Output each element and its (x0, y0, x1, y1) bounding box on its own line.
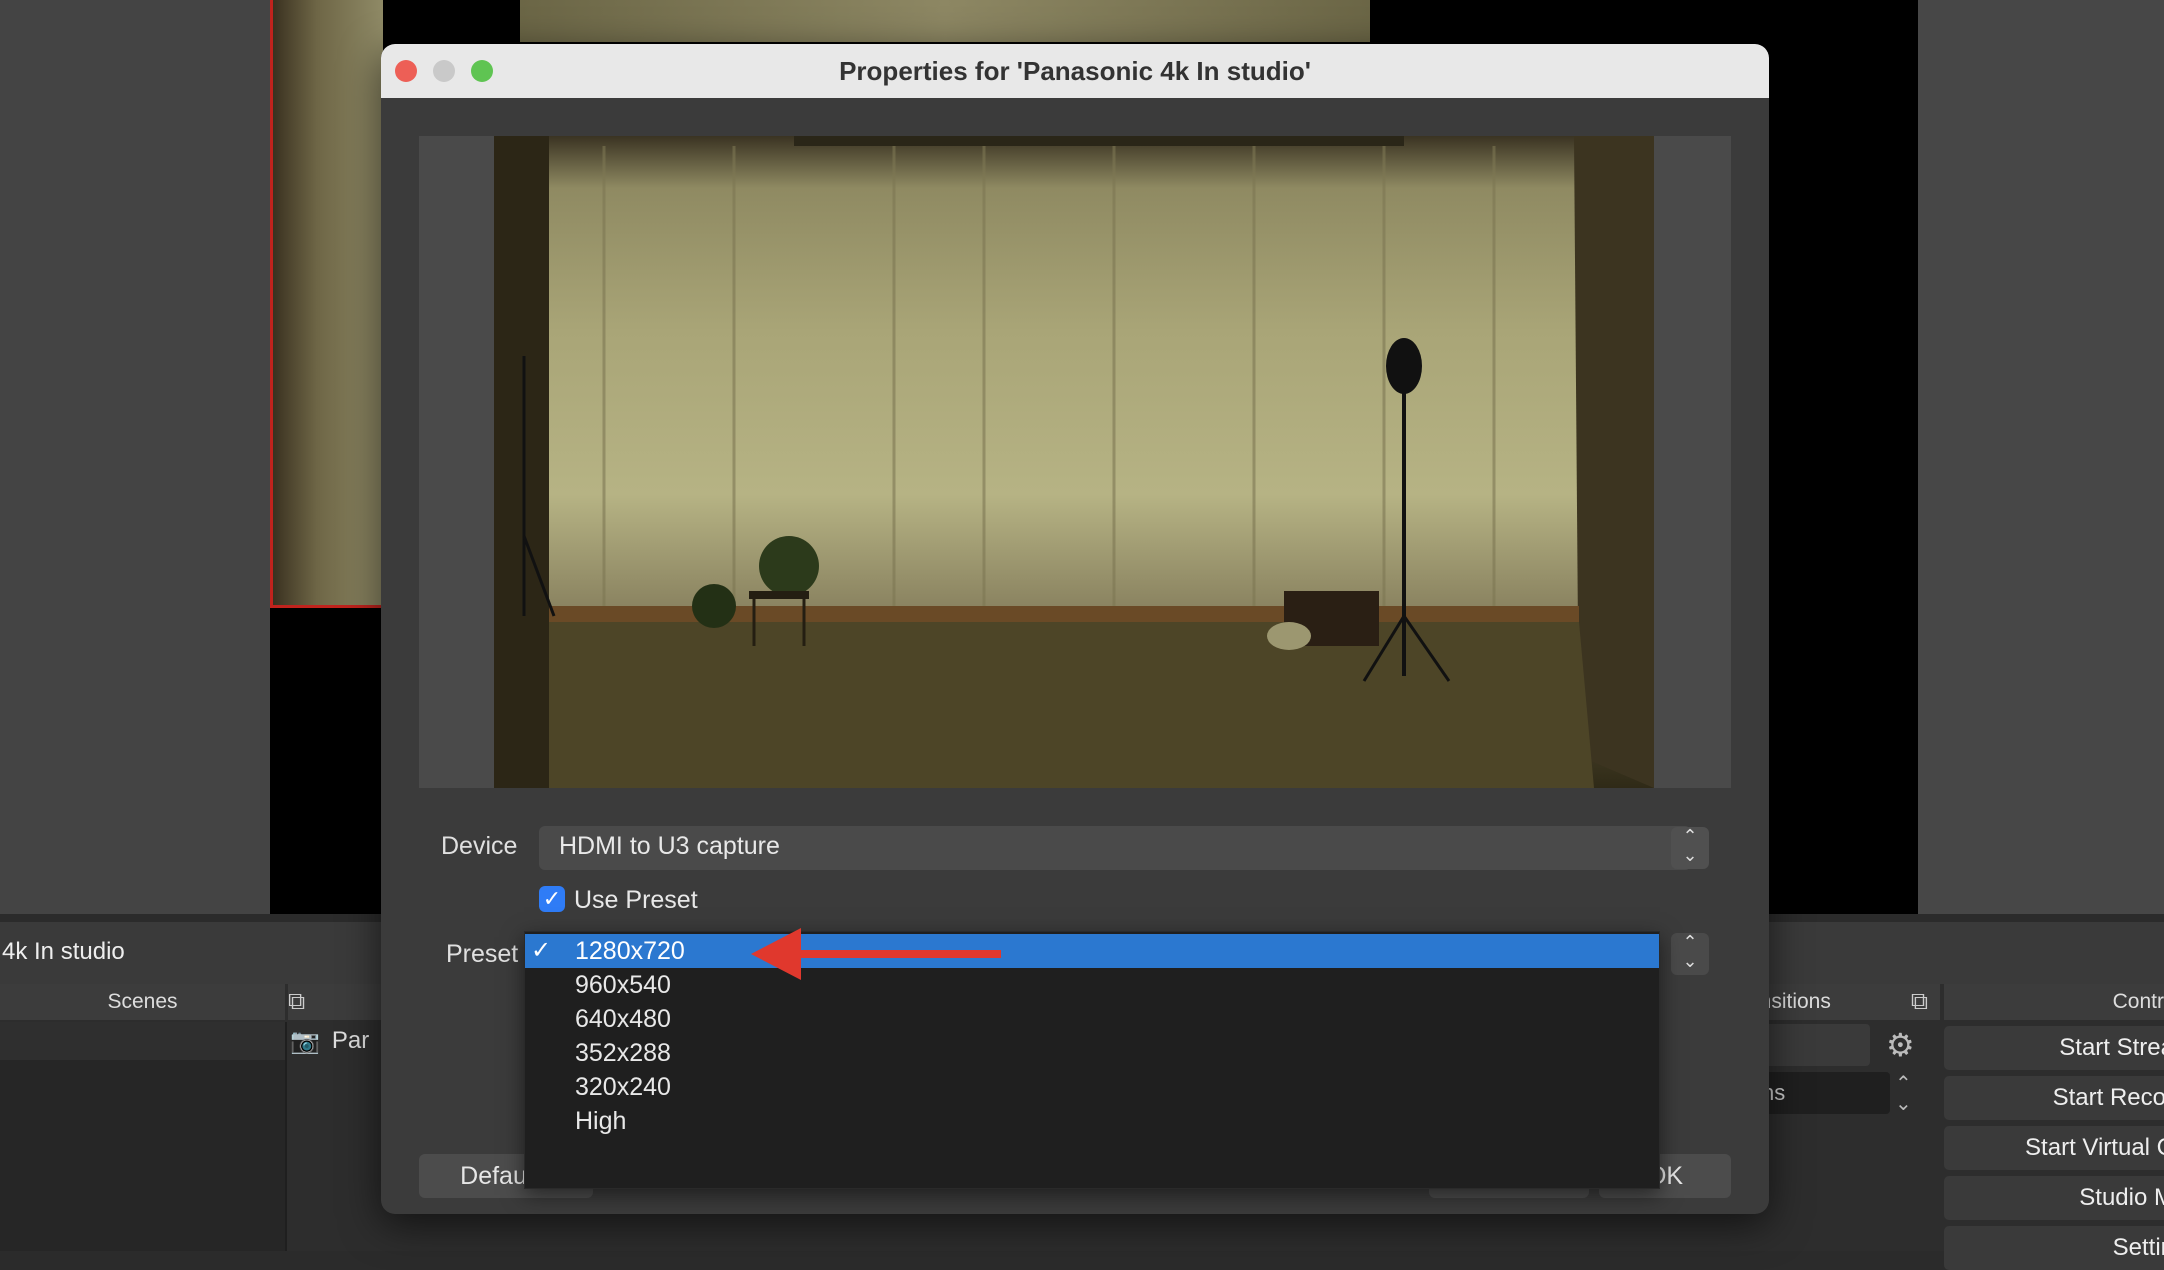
undock-icon[interactable]: ⧉ (1911, 988, 1928, 1016)
preset-option-label: 960x540 (575, 971, 671, 999)
source-preview-frame (419, 136, 1731, 788)
device-select-value: HDMI to U3 capture (559, 832, 780, 860)
preset-option-label: High (575, 1107, 627, 1135)
checkmark-icon: ✓ (531, 937, 552, 964)
camera-preview-image (494, 136, 1654, 788)
use-preset-label: Use Preset (574, 886, 698, 914)
annotation-arrow-icon (751, 928, 1001, 980)
preset-option[interactable]: 320x240 (525, 1070, 1659, 1104)
properties-dialog: Properties for 'Panasonic 4k In studio' (381, 44, 1769, 1214)
use-preset-checkbox[interactable]: ✓ (539, 886, 565, 912)
controls-dock-header: Contr (1944, 984, 2164, 1020)
device-label: Device (441, 832, 518, 860)
preset-option-label: 352x288 (575, 1039, 671, 1067)
start-streaming-button[interactable]: Start Strea (1944, 1026, 2164, 1070)
current-scene-title: 4k In studio (2, 938, 125, 965)
start-recording-button[interactable]: Start Recor (1944, 1076, 2164, 1120)
preset-option-label: 320x240 (575, 1073, 671, 1101)
source-item-label: Par (331, 1027, 370, 1054)
scene-preview-strip (520, 0, 1370, 42)
scenes-dock-header: Scenes (0, 984, 285, 1020)
chevron-updown-icon[interactable]: ⌃ ⌄ (1671, 933, 1709, 975)
scene-list-item[interactable] (0, 1022, 285, 1060)
preset-option[interactable]: High (525, 1104, 1659, 1138)
scene-source-preview (270, 0, 383, 608)
dialog-title: Properties for 'Panasonic 4k In studio' (839, 56, 1311, 86)
scenes-dock-title: Scenes (107, 990, 178, 1013)
undock-icon[interactable]: ⧉ (288, 988, 305, 1016)
camera-icon: 📷 (290, 1027, 320, 1055)
start-virtual-camera-button[interactable]: Start Virtual C (1944, 1126, 2164, 1170)
preset-dropdown-menu: ✓ 1280x720 960x540 640x480 352x288 320x2… (524, 931, 1660, 1189)
preset-option[interactable]: 960x540 (525, 968, 1659, 1002)
controls-dock-title: Contr (2112, 990, 2164, 1013)
stepper-icon[interactable]: ⌃ ⌄ (1895, 1074, 1912, 1114)
preset-label: Preset (446, 940, 519, 968)
gear-icon[interactable]: ⚙ (1886, 1026, 1915, 1064)
preset-option[interactable]: 640x480 (525, 1002, 1659, 1036)
right-panel-background (1918, 0, 2164, 914)
preset-option[interactable]: ✓ 1280x720 (525, 934, 1659, 968)
left-panel-background (0, 0, 270, 914)
settings-button[interactable]: Settin (1944, 1226, 2164, 1270)
studio-mode-button[interactable]: Studio M (1944, 1176, 2164, 1220)
preset-option-label: 640x480 (575, 1005, 671, 1033)
preset-option[interactable]: 352x288 (525, 1036, 1659, 1070)
chevron-updown-icon[interactable]: ⌃ ⌄ (1671, 827, 1709, 869)
preset-option-label: 1280x720 (575, 937, 685, 965)
